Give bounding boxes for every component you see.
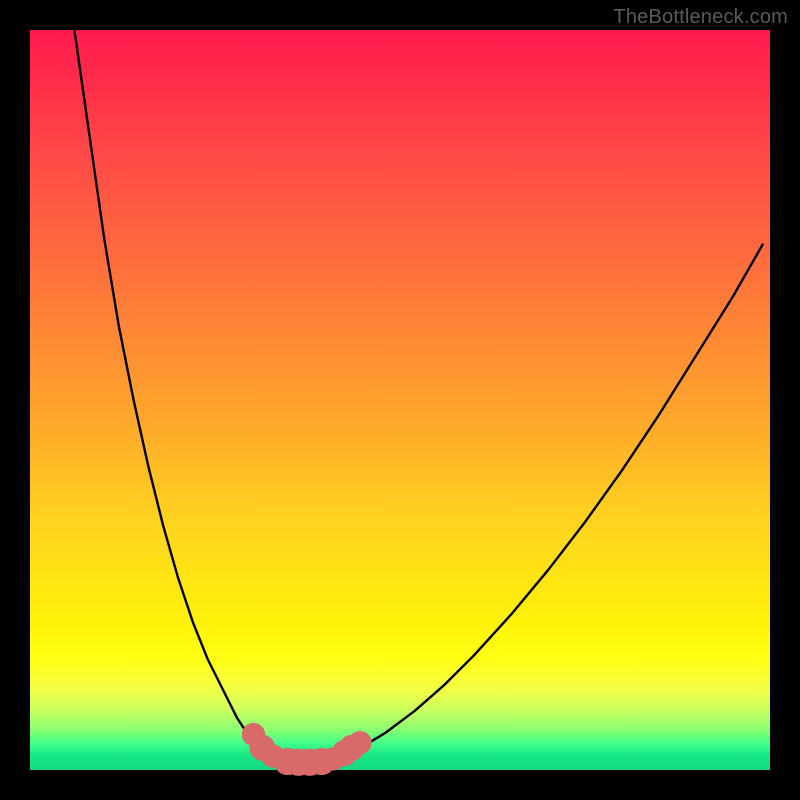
marker-group bbox=[242, 723, 372, 776]
curve-layer bbox=[30, 30, 770, 770]
chart-container: TheBottleneck.com bbox=[0, 0, 800, 800]
bottleneck-curve bbox=[74, 30, 762, 762]
watermark-text: TheBottleneck.com bbox=[613, 6, 788, 29]
data-marker bbox=[348, 731, 371, 754]
